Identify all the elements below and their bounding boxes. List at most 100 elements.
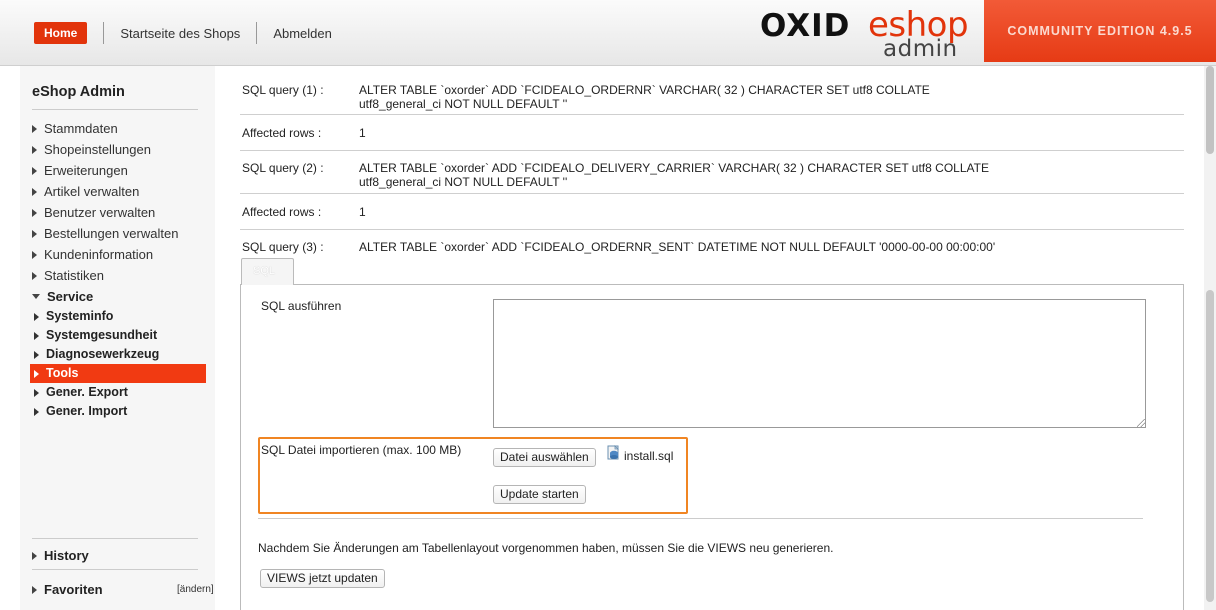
sql-file-icon [607, 445, 619, 460]
query-text: ALTER TABLE `oxorder` ADD `FCIDEALO_ORDE… [359, 83, 930, 111]
caret-right-icon [32, 187, 37, 196]
query-text: ALTER TABLE `oxorder` ADD `FCIDEALO_ORDE… [359, 240, 996, 254]
top-bar: Home Startseite des Shops Abmelden OXID … [0, 0, 1216, 66]
sidebar-item-stammdaten[interactable]: Stammdaten [32, 118, 206, 139]
sidebar-item-artikel[interactable]: Artikel verwalten [32, 181, 206, 202]
logout-link[interactable]: Abmelden [273, 26, 332, 41]
caret-right-icon [34, 407, 39, 416]
section-divider [258, 518, 1143, 519]
update-start-button[interactable]: Update starten [493, 485, 586, 504]
favorites-label: Favoriten [44, 582, 103, 597]
nav-divider [256, 22, 258, 44]
sidebar-item-label: Erweiterungen [44, 163, 128, 178]
sidebar-subitem-label: Gener. Import [46, 404, 128, 418]
rows-value: 1 [359, 205, 366, 219]
views-note: Nachdem Sie Änderungen am Tabellenlayout… [258, 541, 834, 555]
nav-divider [103, 22, 105, 44]
sidebar-subitem-gener-import[interactable]: Gener. Import [30, 402, 206, 421]
resize-grip-icon[interactable] [1137, 419, 1145, 427]
caret-right-icon [34, 331, 39, 340]
query-text: ALTER TABLE `oxorder` ADD `FCIDEALO_DELI… [359, 161, 989, 189]
sidebar-divider [32, 538, 198, 539]
sidebar-item-kundeninformation[interactable]: Kundeninformation [32, 244, 206, 265]
logo-oxid-text: OXID [760, 8, 851, 44]
sidebar-item-label: Bestellungen verwalten [44, 226, 179, 241]
sidebar: eShop Admin Stammdaten Shopeinstellungen… [20, 66, 215, 610]
selected-file-name: install.sql [624, 449, 674, 463]
scrollbar-thumb-inner[interactable] [1206, 290, 1214, 602]
favorites-change-link[interactable]: [ändern] [177, 584, 214, 595]
tab-sql[interactable]: SQL [241, 258, 294, 285]
caret-right-icon [34, 312, 39, 321]
sidebar-item-label: Kundeninformation [44, 247, 154, 262]
sidebar-favorites[interactable]: Favoriten [32, 582, 103, 597]
sidebar-subitem-label: Diagnosewerkzeug [46, 347, 160, 361]
caret-right-icon [32, 271, 37, 280]
sidebar-menu: Stammdaten Shopeinstellungen Erweiterung… [30, 118, 206, 421]
caret-right-icon [32, 124, 37, 133]
sidebar-item-erweiterungen[interactable]: Erweiterungen [32, 160, 206, 181]
home-button[interactable]: Home [34, 22, 88, 44]
sql-query-textarea[interactable] [493, 299, 1146, 428]
sidebar-subitem-label: Gener. Export [46, 385, 128, 399]
query-label: SQL query (3) : [242, 240, 324, 254]
logo-admin-text: admin [883, 36, 958, 62]
sidebar-item-label: Service [47, 289, 94, 304]
sidebar-subitem-gener-export[interactable]: Gener. Export [30, 383, 206, 402]
sidebar-item-bestellungen[interactable]: Bestellungen verwalten [32, 223, 206, 244]
caret-right-icon [32, 166, 37, 175]
caret-right-icon [32, 145, 37, 154]
sidebar-subitem-systeminfo[interactable]: Systeminfo [30, 307, 206, 326]
row-divider [240, 114, 1184, 115]
sidebar-item-statistiken[interactable]: Statistiken [32, 265, 206, 286]
sidebar-subitem-diagnosewerkzeug[interactable]: Diagnosewerkzeug [30, 345, 206, 364]
sidebar-item-label: Shopeinstellungen [44, 142, 151, 157]
page-scrollbar[interactable] [1204, 66, 1216, 610]
caret-down-icon [32, 294, 40, 299]
top-nav: Home Startseite des Shops Abmelden [34, 22, 332, 44]
sql-exec-label: SQL ausführen [261, 299, 342, 313]
edition-banner: COMMUNITY EDITION 4.9.5 [984, 0, 1216, 62]
caret-right-icon [34, 369, 39, 378]
views-update-button[interactable]: VIEWS jetzt updaten [260, 569, 385, 588]
sidebar-divider [32, 109, 198, 110]
oxid-eshop-logo: OXID eshop admin [760, 5, 969, 64]
row-divider [240, 229, 1184, 230]
caret-right-icon [32, 585, 37, 594]
rows-label: Affected rows : [242, 205, 322, 219]
row-divider [240, 150, 1184, 151]
caret-right-icon [32, 229, 37, 238]
sidebar-item-service[interactable]: Service [32, 286, 206, 307]
caret-right-icon [34, 388, 39, 397]
sidebar-item-label: Statistiken [44, 268, 104, 283]
rows-value: 1 [359, 126, 366, 140]
rows-label: Affected rows : [242, 126, 322, 140]
sidebar-item-shopeinstellungen[interactable]: Shopeinstellungen [32, 139, 206, 160]
caret-right-icon [32, 551, 37, 560]
history-label: History [44, 548, 89, 563]
choose-file-button[interactable]: Datei auswählen [493, 448, 596, 467]
sidebar-item-benutzer[interactable]: Benutzer verwalten [32, 202, 206, 223]
sidebar-title: eShop Admin [32, 84, 125, 100]
query-label: SQL query (2) : [242, 161, 324, 175]
sidebar-item-label: Artikel verwalten [44, 184, 140, 199]
scrollbar-thumb[interactable] [1206, 66, 1214, 154]
sql-import-label: SQL Datei importieren (max. 100 MB) [261, 443, 462, 457]
sidebar-item-label: Stammdaten [44, 121, 118, 136]
shop-start-link[interactable]: Startseite des Shops [120, 26, 240, 41]
row-divider [240, 193, 1184, 194]
sidebar-subitem-label: Tools [46, 366, 79, 380]
caret-right-icon [32, 250, 37, 259]
sidebar-subitem-label: Systeminfo [46, 309, 114, 323]
caret-right-icon [34, 350, 39, 359]
sidebar-subitem-label: Systemgesundheit [46, 328, 158, 342]
sidebar-item-label: Benutzer verwalten [44, 205, 156, 220]
query-label: SQL query (1) : [242, 83, 324, 97]
sidebar-history[interactable]: History [32, 548, 89, 563]
main-content: SQL query (1) : ALTER TABLE `oxorder` AD… [228, 66, 1204, 610]
sidebar-subitem-tools[interactable]: Tools [30, 364, 206, 383]
caret-right-icon [32, 208, 37, 217]
sql-panel: SQL ausführen SQL Datei importieren (max… [240, 284, 1184, 610]
sidebar-divider [32, 569, 198, 570]
sidebar-subitem-systemgesundheit[interactable]: Systemgesundheit [30, 326, 206, 345]
